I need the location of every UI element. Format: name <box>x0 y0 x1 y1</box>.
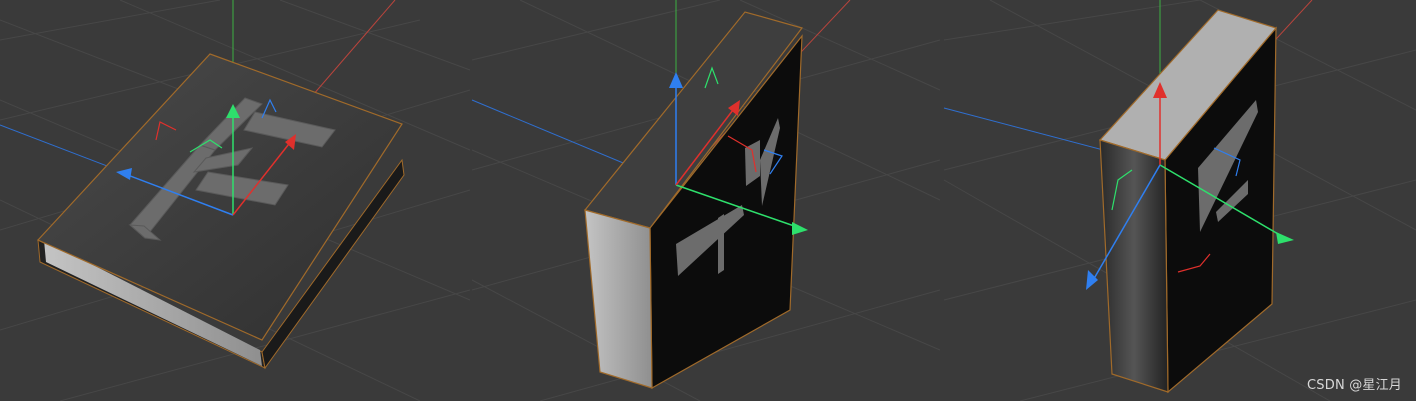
book-cover[interactable] <box>36 53 403 341</box>
book-spine[interactable] <box>1099 139 1169 393</box>
book-upright-2[interactable] <box>1098 9 1278 394</box>
viewport-1[interactable] <box>0 0 471 401</box>
book-upright-1[interactable] <box>583 11 804 390</box>
3d-viewport-strip[interactable]: CSDN @星江月 <box>0 0 1416 401</box>
viewport-canvas[interactable] <box>0 0 1416 401</box>
viewport-2[interactable] <box>471 0 941 401</box>
viewport-3[interactable] <box>943 0 1416 401</box>
watermark-text: CSDN @星江月 <box>1307 378 1402 393</box>
